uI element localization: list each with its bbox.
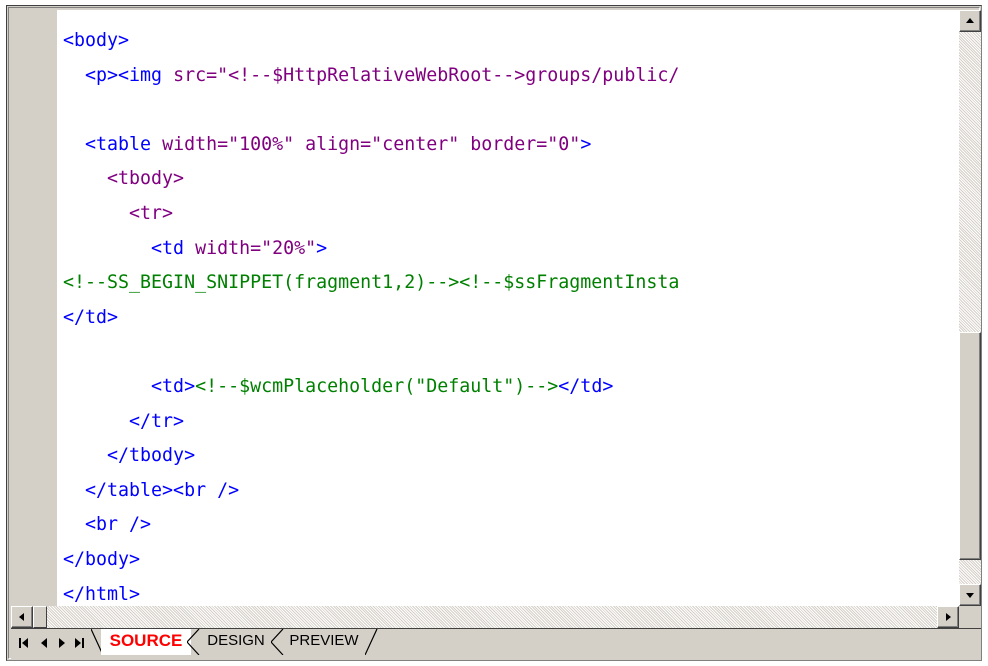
code-line: </html> (63, 580, 140, 606)
code-line: <!--SS_BEGIN_SNIPPET(fragment1,2)--><!--… (63, 268, 679, 298)
code-line: <tbody> (63, 164, 184, 194)
previous-page-icon[interactable] (41, 638, 49, 650)
tab-source-label: SOURCE (109, 631, 183, 650)
code-line: <td width="20%"> (63, 234, 327, 264)
scroll-down-button[interactable] (959, 584, 981, 606)
scroll-left-arrow-icon (19, 613, 24, 621)
code-token: </td> (558, 376, 614, 397)
scrollbar-corner (959, 606, 981, 628)
tab-preview-label: PREVIEW (289, 632, 359, 649)
code-token: > (316, 237, 328, 259)
code-token: <!--SS_BEGIN_SNIPPET(fragment1,2)--><!--… (63, 272, 680, 294)
code-token: </td> (63, 306, 119, 328)
scroll-left-button[interactable] (11, 606, 33, 628)
code-line: </tr> (63, 407, 184, 437)
tab-preview[interactable]: PREVIEW (283, 629, 365, 655)
tab-edge (365, 629, 378, 655)
code-token: <body> (63, 30, 130, 51)
code-line: <table width="100%" align="center" borde… (63, 130, 591, 160)
code-line: <td><!--$wcmPlaceholder("Default")--></t… (63, 372, 613, 402)
code-token: width="20%" (195, 237, 317, 259)
code-token: </table><br /> (63, 479, 240, 501)
code-line: <body> (63, 26, 129, 56)
editor-window: <body> <p><img src="<!--$HttpRelativeWeb… (6, 5, 982, 661)
code-token: </tbody> (63, 445, 196, 467)
horizontal-scrollbar[interactable] (11, 606, 959, 628)
code-token: </html> (63, 583, 141, 605)
code-line: <tr> (63, 199, 173, 229)
tab-source[interactable]: SOURCE (101, 629, 191, 655)
tab-design[interactable]: DESIGN (199, 629, 273, 655)
code-token: <td (63, 237, 196, 259)
code-token: <tbody> (63, 168, 185, 190)
vertical-scrollbar[interactable] (959, 10, 981, 606)
view-tab-bar: SOURCE DESIGN PREVIEW (11, 628, 981, 659)
first-page-icon[interactable] (19, 638, 33, 650)
line-gutter (11, 10, 57, 606)
code-token: <!--$wcmPlaceholder("Default")--> (195, 376, 559, 397)
code-token: </body> (63, 549, 141, 570)
scroll-down-arrow-icon (966, 593, 974, 598)
source-code-editor[interactable]: <body> <p><img src="<!--$HttpRelativeWeb… (57, 10, 959, 606)
code-line: </table><br /> (63, 476, 239, 506)
code-line: </td> (63, 303, 118, 333)
scroll-up-arrow-icon (966, 18, 974, 23)
scroll-up-button[interactable] (959, 10, 981, 32)
code-token: <table (63, 133, 163, 155)
code-token: </tr> (63, 410, 185, 432)
code-token: width="100%" align="center" border="0" (162, 133, 581, 155)
vertical-scroll-thumb[interactable] (959, 332, 981, 560)
horizontal-scroll-thumb[interactable] (33, 606, 47, 628)
code-token: > (580, 133, 592, 155)
code-token: <br /> (63, 514, 152, 536)
tab-design-label: DESIGN (207, 632, 265, 649)
code-token: src="<!--$HttpRelativeWebRoot-->groups/p… (173, 64, 680, 86)
code-line: <p><img src="<!--$HttpRelativeWebRoot-->… (63, 61, 679, 91)
code-line: <br /> (63, 510, 151, 540)
code-line: </tbody> (63, 441, 195, 471)
code-token: <p><img (63, 64, 174, 86)
code-line: </body> (63, 545, 140, 575)
scroll-right-arrow-icon (946, 613, 951, 621)
code-token: <td> (63, 376, 196, 397)
scroll-right-button[interactable] (937, 606, 959, 628)
next-page-icon[interactable] (59, 638, 67, 650)
last-page-icon[interactable] (75, 638, 87, 650)
editor-inner-frame: <body> <p><img src="<!--$HttpRelativeWeb… (8, 7, 981, 659)
code-token: <tr> (63, 203, 174, 224)
